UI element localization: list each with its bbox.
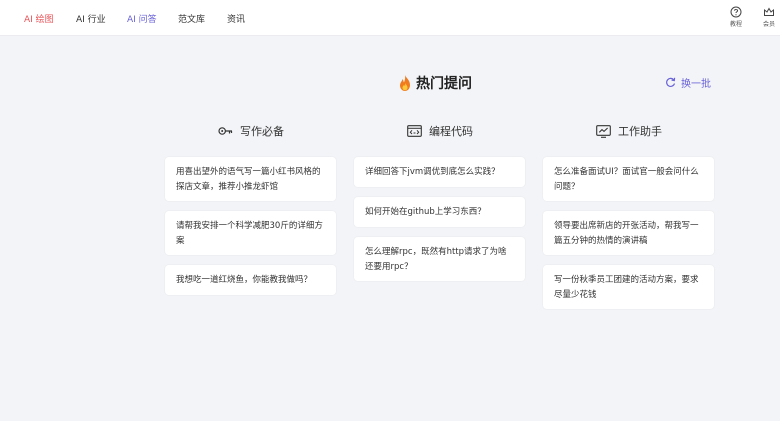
question-text: 用喜出望外的语气写一篇小红书风格的探店文章，推荐小推龙虾馆 bbox=[176, 167, 321, 192]
help-button[interactable]: 教程 bbox=[724, 6, 748, 28]
top-nav: I AI 绘图 AI 行业 AI 问答 范文库 资讯 教程 会员 bbox=[0, 0, 780, 36]
nav-item-edge[interactable]: I bbox=[0, 12, 1, 22]
hot-questions-heading: 热门提问 bbox=[416, 76, 472, 92]
nav-item-ai-qa[interactable]: AI 问答 bbox=[127, 12, 157, 25]
question-card[interactable]: 如何开始在github上学习东西？ bbox=[354, 197, 525, 227]
question-card[interactable]: 我想吃一道红烧鱼，你能教我做吗？ bbox=[165, 265, 336, 295]
question-text: 我想吃一道红烧鱼，你能教我做吗？ bbox=[176, 275, 313, 285]
hot-questions-title: 热门提问 bbox=[398, 72, 472, 94]
column-heading-label: 写作必备 bbox=[240, 125, 284, 138]
help-label: 教程 bbox=[729, 21, 742, 28]
question-text: 写一份秋季员工团建的活动方案，要求尽量少花钱 bbox=[554, 275, 699, 300]
member-label: 会员 bbox=[762, 21, 775, 28]
monitor-chart-icon bbox=[596, 124, 611, 138]
question-text: 怎么准备面试UI？面试官一般会问什么问题？ bbox=[554, 167, 699, 192]
nav-item-ai-drawing[interactable]: AI 绘图 bbox=[24, 12, 54, 25]
question-text: 详细回答下jvm调优到底怎么实践？ bbox=[365, 167, 500, 177]
refresh-icon bbox=[666, 77, 676, 87]
column-heading-coding: 编程代码 bbox=[407, 123, 473, 139]
question-text: 请帮我安排一个科学减肥30斤的详细方案 bbox=[176, 221, 323, 246]
refresh-label: 换一批 bbox=[681, 79, 711, 90]
column-heading-label: 工作助手 bbox=[618, 125, 662, 138]
question-card[interactable]: 怎么理解rpc，既然有http请求了为啥还要用rpc？ bbox=[354, 237, 525, 281]
question-card[interactable]: 写一份秋季员工团建的活动方案，要求尽量少花钱 bbox=[543, 265, 714, 309]
question-card[interactable]: 用喜出望外的语气写一篇小红书风格的探店文章，推荐小推龙虾馆 bbox=[165, 157, 336, 201]
help-icon bbox=[730, 6, 742, 18]
member-button[interactable]: 会员 bbox=[757, 6, 780, 28]
question-card[interactable]: 详细回答下jvm调优到底怎么实践？ bbox=[354, 157, 525, 187]
nav-item-news[interactable]: 资讯 bbox=[227, 12, 245, 25]
refresh-button[interactable]: 换一批 bbox=[665, 75, 711, 90]
column-heading-work: 工作助手 bbox=[596, 123, 662, 139]
question-text: 如何开始在github上学习东西？ bbox=[365, 207, 486, 217]
question-card[interactable]: 怎么准备面试UI？面试官一般会问什么问题？ bbox=[543, 157, 714, 201]
code-screen-icon bbox=[407, 125, 422, 137]
key-icon bbox=[218, 127, 233, 135]
question-card[interactable]: 领导要出席新店的开张活动，帮我写一篇五分钟的热情的演讲稿 bbox=[543, 211, 714, 255]
nav-item-essay-library[interactable]: 范文库 bbox=[178, 12, 205, 25]
question-text: 领导要出席新店的开张活动，帮我写一篇五分钟的热情的演讲稿 bbox=[554, 221, 699, 246]
nav-item-ai-industry[interactable]: AI 行业 bbox=[76, 12, 106, 25]
column-heading-label: 编程代码 bbox=[429, 125, 473, 138]
question-text: 怎么理解rpc，既然有http请求了为啥还要用rpc？ bbox=[365, 247, 507, 272]
fire-icon bbox=[400, 75, 410, 91]
question-card[interactable]: 请帮我安排一个科学减肥30斤的详细方案 bbox=[165, 211, 336, 255]
crown-icon bbox=[764, 7, 774, 16]
column-heading-writing: 写作必备 bbox=[218, 123, 284, 139]
